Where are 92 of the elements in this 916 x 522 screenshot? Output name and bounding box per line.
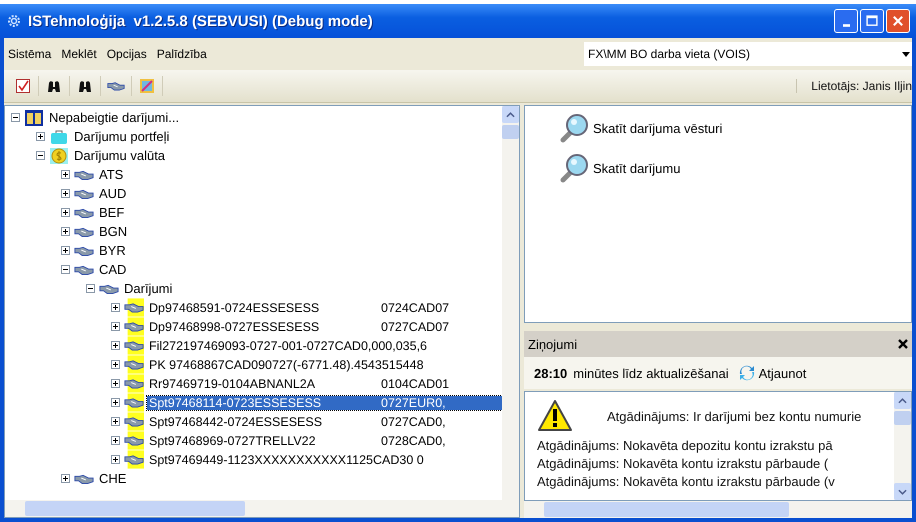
- book-icon: [24, 110, 44, 126]
- expand-toggle-icon[interactable]: [36, 151, 45, 160]
- tree-item[interactable]: Spt97468969-0727TRELLV22 0728CAD0,: [147, 434, 502, 448]
- magnifier-icon: [559, 153, 589, 183]
- tree-item[interactable]: Spt97468442-0724ESSESESS 0727CAD0,: [147, 414, 502, 428]
- expand-toggle-icon[interactable]: [86, 284, 95, 293]
- expand-toggle-icon[interactable]: [111, 379, 120, 388]
- tree-item[interactable]: Dp97468998-0727ESSESESS 0727CAD07: [147, 320, 502, 334]
- tree-item[interactable]: Fil272197469093-0727-001-0727CAD0,000,035,6: [147, 338, 502, 352]
- countdown-label: minūtes līdz aktualizēšanai: [573, 366, 729, 380]
- warning-icon: [537, 399, 573, 433]
- expand-toggle-icon[interactable]: [111, 322, 120, 331]
- tree-item[interactable]: Darījumi: [122, 281, 358, 296]
- expand-toggle-icon[interactable]: [61, 265, 70, 274]
- expand-toggle-icon[interactable]: [111, 360, 120, 369]
- handshake-icon: [124, 450, 144, 469]
- expand-toggle-icon[interactable]: [61, 227, 70, 236]
- coin-icon: [49, 148, 69, 164]
- scroll-thumb[interactable]: [894, 411, 911, 425]
- handshake-icon: [124, 317, 144, 336]
- binoculars-icon[interactable]: [45, 78, 63, 94]
- action-link[interactable]: Skatīt darījuma vēsturi: [593, 120, 722, 136]
- minimize-icon: [842, 24, 850, 26]
- menu-item[interactable]: Sistēma: [8, 47, 52, 61]
- expand-toggle-icon[interactable]: [111, 417, 120, 426]
- tree-item[interactable]: PK 97468867CAD090727(-6771.48).4543515448: [147, 358, 502, 372]
- menu-item[interactable]: Meklēt: [61, 47, 97, 61]
- expand-toggle-icon[interactable]: [111, 398, 120, 407]
- briefcase-icon: [49, 128, 69, 144]
- expand-toggle-icon[interactable]: [61, 189, 70, 198]
- action-link[interactable]: Skatīt darījumu: [593, 160, 680, 176]
- panel-title: Ziņojumi: [528, 336, 578, 352]
- binoculars-icon[interactable]: [76, 78, 94, 94]
- close-icon: [891, 14, 905, 28]
- message-text[interactable]: Atgādinājums: Nokavēta kontu izrakstu pārbaude (v: [537, 474, 835, 488]
- expand-toggle-icon[interactable]: [61, 170, 70, 179]
- handshake-icon: [124, 336, 144, 355]
- message-text[interactable]: Atgādinājums: Nokavēta kontu izrakstu pārbaude (: [537, 456, 828, 470]
- tree-item[interactable]: BGN: [97, 224, 333, 239]
- gear-icon: [6, 13, 22, 29]
- close-button[interactable]: [886, 9, 910, 33]
- window-title: ISTehnoloģija v1.2.5.8 (SEBVUSI) (Debug mode): [28, 12, 374, 30]
- checkbox-icon[interactable]: [14, 78, 32, 94]
- tree-item[interactable]: Rr97469719-0104ABNANL2A 0104CAD01: [147, 376, 502, 390]
- workplace-dropdown[interactable]: FX\MM BO darba vieta (VOIS): [584, 42, 912, 66]
- maximize-icon: [865, 14, 879, 28]
- close-icon[interactable]: [898, 339, 908, 349]
- scroll-thumb[interactable]: [502, 125, 519, 139]
- minimize-button[interactable]: [834, 9, 858, 33]
- menu-item[interactable]: Palīdzība: [156, 47, 207, 61]
- handshake-icon: [124, 431, 144, 450]
- vertical-scrollbar[interactable]: [502, 106, 519, 500]
- calendar-icon[interactable]: [138, 78, 156, 94]
- expand-toggle-icon[interactable]: [36, 132, 45, 141]
- expand-toggle-icon[interactable]: [111, 303, 120, 312]
- tree-item[interactable]: BEF: [97, 205, 333, 220]
- tree-item[interactable]: Dp97468591-0724ESSESESS 0724CAD07: [147, 300, 502, 314]
- expand-toggle-icon[interactable]: [11, 113, 20, 122]
- tree-item[interactable]: Darījumu valūta: [72, 148, 308, 163]
- expand-toggle-icon[interactable]: [111, 436, 120, 445]
- tree-item[interactable]: CAD: [97, 262, 333, 277]
- tree-item[interactable]: Spt97468114-0723ESSESESS 0727EUR0,: [147, 396, 502, 410]
- horizontal-scrollbar[interactable]: [5, 500, 519, 517]
- handshake-icon: [124, 298, 144, 317]
- menu-item[interactable]: Opcijas: [106, 47, 147, 61]
- tree-item[interactable]: Darījumu portfeļi: [72, 129, 308, 144]
- expand-toggle-icon[interactable]: [61, 474, 70, 483]
- expand-toggle-icon[interactable]: [61, 208, 70, 217]
- tree-item[interactable]: Spt97469449-1123XXXXXXXXXXX1125CAD30 0: [147, 452, 502, 466]
- handshake-icon: [124, 355, 144, 374]
- message-text[interactable]: Atgādinājums: Nokavēta depozitu kontu izrakstu pā: [537, 438, 833, 452]
- tree-item[interactable]: ATS: [97, 167, 333, 182]
- user-label: Lietotājs: Janis Iljin: [796, 79, 912, 93]
- message-text[interactable]: Atgādinājums: Ir darījumi bez kontu numurie: [607, 408, 862, 424]
- refresh-icon: [738, 365, 755, 381]
- refresh-button[interactable]: Atjaunot: [734, 365, 806, 381]
- horizontal-scrollbar[interactable]: [524, 501, 912, 518]
- tree-item[interactable]: BYR: [97, 243, 333, 258]
- tree-item[interactable]: AUD: [97, 186, 333, 201]
- tree-item[interactable]: Nepabeigtie darījumi...: [47, 110, 283, 125]
- dropdown-arrow-icon: [902, 52, 910, 56]
- countdown-timer: 28:10: [534, 366, 568, 380]
- expand-toggle-icon[interactable]: [111, 341, 120, 350]
- expand-toggle-icon[interactable]: [111, 455, 120, 464]
- magnifier-icon: [559, 113, 589, 143]
- handshake-icon: [124, 374, 144, 393]
- vertical-scrollbar[interactable]: [894, 392, 911, 500]
- expand-toggle-icon[interactable]: [61, 246, 70, 255]
- handshake-icon: [124, 393, 144, 412]
- handshake-icon: [124, 412, 144, 431]
- tree-item[interactable]: CHE: [97, 471, 333, 486]
- maximize-button[interactable]: [860, 9, 884, 33]
